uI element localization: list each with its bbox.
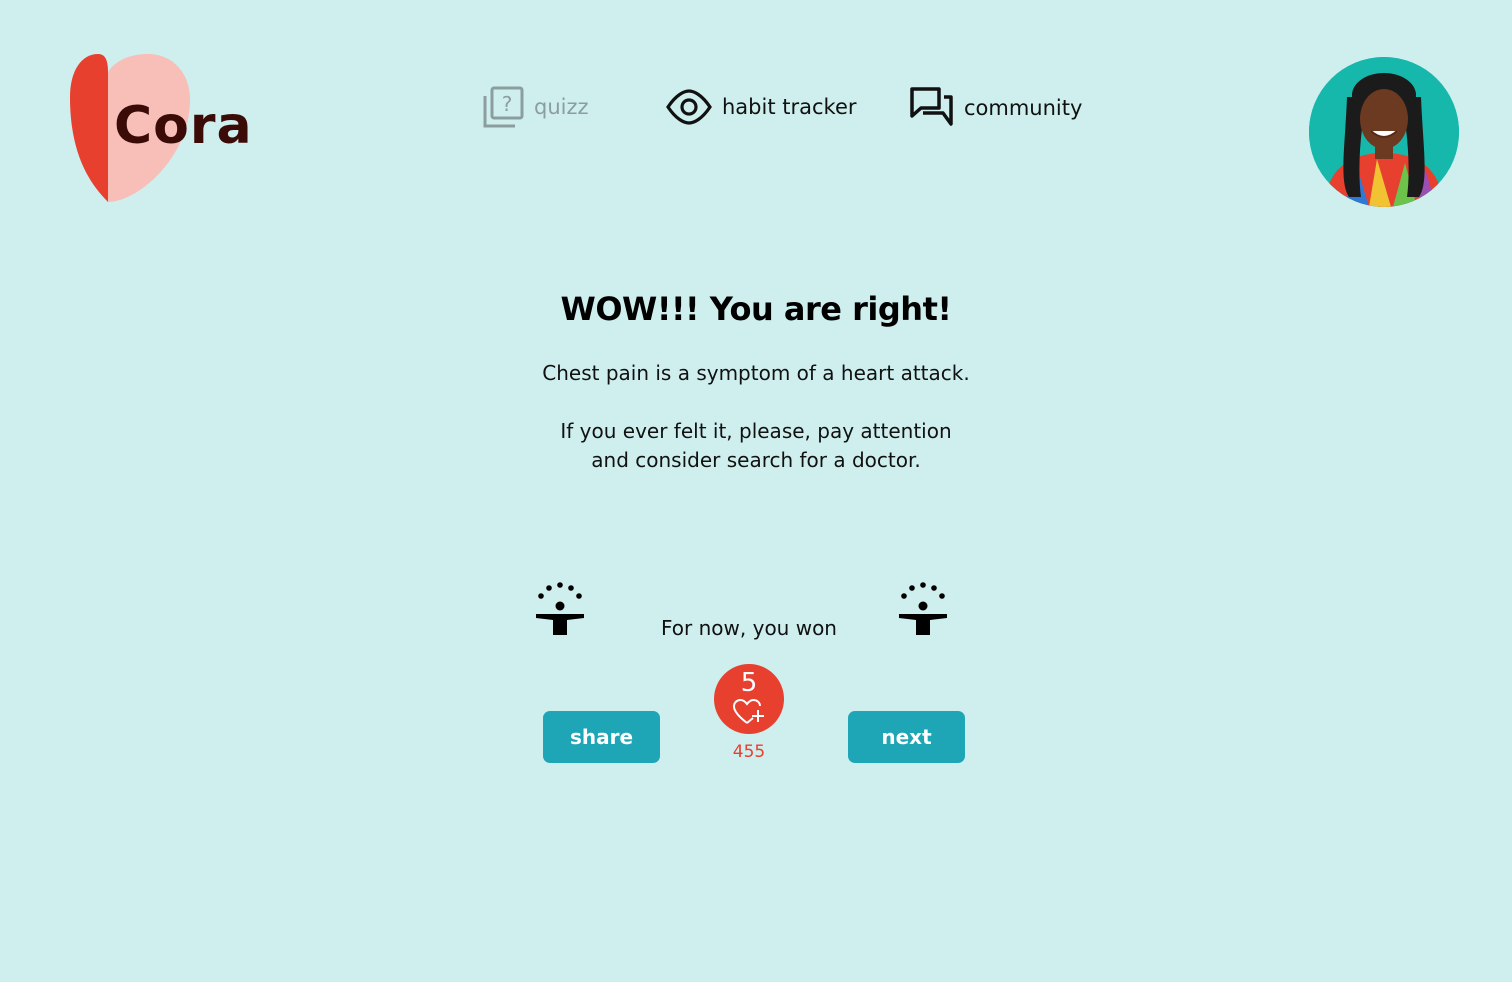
user-photo-icon [1309,57,1459,207]
nav-quizz-label: quizz [534,95,589,119]
svg-text:?: ? [502,92,513,116]
reward-badge: 5 [714,664,784,734]
nav-habit-tracker[interactable]: habit tracker [666,86,857,128]
cora-logo[interactable]: Cora [68,52,258,204]
brand-name: Cora [114,96,253,156]
result-line-2a: If you ever felt it, please, pay attenti… [560,419,952,443]
chat-icon [910,87,953,126]
nav-community[interactable]: community [910,86,1082,130]
reward-caption: For now, you won [661,616,837,640]
quiz-icon: ? [483,86,524,128]
celebration-icon [534,582,586,638]
nav-quizz[interactable]: ? quizz [482,86,589,128]
result-explanation: Chest pain is a symptom of a heart attac… [456,359,1056,388]
result-title: WOW!!! You are right! [560,290,952,328]
celebration-icon [897,582,949,638]
eye-icon [666,89,712,125]
next-button[interactable]: next [848,711,965,763]
avatar[interactable] [1309,57,1459,207]
result-line-1: Chest pain is a symptom of a heart attac… [542,361,970,385]
reward-points: 5 [740,668,758,698]
result-advice: If you ever felt it, please, pay attenti… [456,417,1056,475]
result-line-2b: and consider search for a doctor. [591,448,921,472]
heart-plus-icon [732,698,764,724]
nav-habit-tracker-label: habit tracker [722,95,857,119]
total-points: 455 [732,742,766,762]
share-button[interactable]: share [543,711,660,763]
nav-community-label: community [964,96,1083,120]
